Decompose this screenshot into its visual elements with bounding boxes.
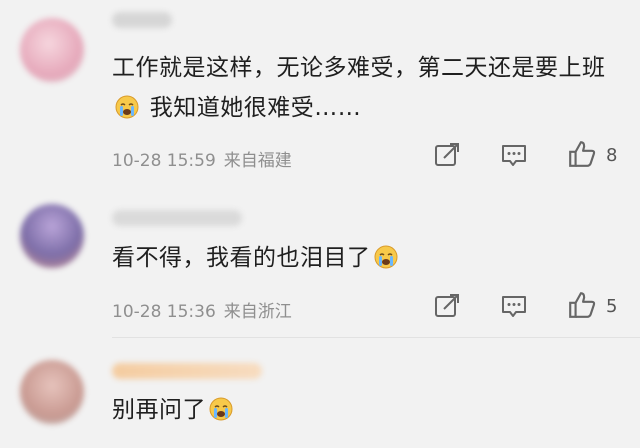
crying-face-emoji-icon	[374, 245, 397, 269]
comment-meta: 10-28 15:59 来自福建	[112, 146, 292, 171]
comment-icon[interactable]	[500, 292, 528, 320]
comment-time: 10-28 15:59	[112, 151, 216, 171]
like-icon[interactable]	[567, 139, 597, 169]
crying-face-emoji-icon	[115, 95, 139, 119]
comment-location: 来自浙江	[223, 302, 292, 322]
username-blurred[interactable]	[112, 210, 242, 226]
avatar[interactable]	[20, 360, 84, 424]
avatar[interactable]	[20, 18, 84, 82]
comment-text-main: 别再问了	[112, 397, 206, 423]
comment-item: 工作就是这样，无论多难受，第二天还是要上班 我知道她很难受…… 10-28 15…	[0, 0, 640, 190]
comment-item: 看不得，我看的也泪目了 10-28 15:36 来自浙江 5	[0, 190, 640, 335]
avatar[interactable]	[20, 204, 84, 268]
comment-text: 工作就是这样，无论多难受，第二天还是要上班 我知道她很难受……	[112, 48, 622, 128]
username-blurred[interactable]	[112, 12, 172, 28]
username-blurred[interactable]	[112, 363, 262, 379]
comment-icon[interactable]	[500, 141, 528, 169]
like-count: 5	[606, 296, 618, 317]
comment-text-main: 工作就是这样，无论多难受，第二天还是要上班	[112, 55, 606, 81]
comment-text: 别再问了	[112, 390, 622, 430]
comment-text: 看不得，我看的也泪目了	[112, 238, 622, 278]
comment-text-main: 看不得，我看的也泪目了	[112, 245, 371, 271]
comment-text-tail: 我知道她很难受……	[142, 95, 362, 121]
comment-location: 来自福建	[223, 151, 292, 171]
comment-time: 10-28 15:36	[112, 302, 216, 322]
comment-meta: 10-28 15:36 来自浙江	[112, 297, 292, 322]
like-count: 8	[606, 145, 618, 166]
share-icon[interactable]	[433, 141, 461, 169]
like-icon[interactable]	[567, 290, 597, 320]
share-icon[interactable]	[433, 292, 461, 320]
crying-face-emoji-icon	[209, 397, 233, 421]
comment-item: 别再问了	[0, 338, 640, 448]
